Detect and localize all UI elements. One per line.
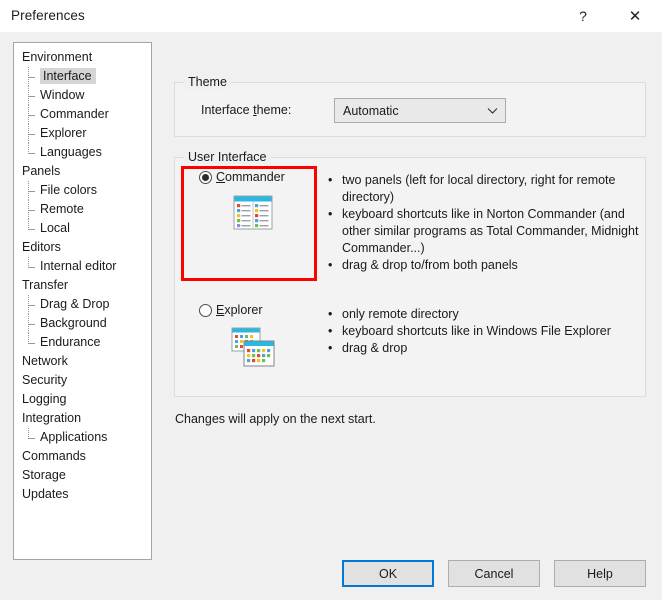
dialog-body: Environment Interface Window Commander Explo… (0, 33, 662, 600)
settings-tree[interactable]: Environment Interface Window Commander Explo… (13, 42, 152, 560)
tree-item-label: Languages (40, 145, 102, 159)
tree-item-label: Window (40, 88, 84, 102)
tree-item-transfer[interactable]: Transfer (14, 276, 151, 295)
radio-label-explorer-rest: xplorer (224, 303, 262, 317)
tree-item-commander[interactable]: Commander (14, 105, 151, 124)
tree-item-label: Updates (22, 487, 69, 501)
commander-feature-item: keyboard shortcuts like in Norton Comman… (325, 206, 643, 257)
cancel-button[interactable]: Cancel (448, 560, 540, 587)
tree-item-label: Local (40, 221, 70, 235)
radio-row-explorer[interactable]: Explorer (185, 303, 320, 317)
explorer-feature-item: keyboard shortcuts like in Windows File … (325, 323, 643, 340)
user-interface-group-title: User Interface (184, 150, 271, 164)
tree-item-integration[interactable]: Integration (14, 409, 151, 428)
restart-note: Changes will apply on the next start. (175, 412, 376, 426)
tree-item-label: Drag & Drop (40, 297, 109, 311)
radio-row-commander[interactable]: Commander (185, 170, 320, 184)
radio-label-commander-rest: ommander (225, 170, 285, 184)
tree-item-label: Remote (40, 202, 84, 216)
tree-item-local[interactable]: Local (14, 219, 151, 238)
tree-item-applications[interactable]: Applications (14, 428, 151, 447)
tree-item-storage[interactable]: Storage (14, 466, 151, 485)
radio-label-explorer: Explorer (216, 303, 263, 317)
interface-theme-label: Interface theme: (201, 103, 291, 117)
tree-item-label: Network (22, 354, 68, 368)
tree-item-environment[interactable]: Environment (14, 48, 151, 67)
question-mark-icon: ? (579, 9, 587, 23)
option-explorer[interactable]: Explorer (185, 303, 320, 383)
tree-item-internal-editor[interactable]: Internal editor (14, 257, 151, 276)
explorer-feature-item: drag & drop (325, 340, 643, 357)
tree-item-remote[interactable]: Remote (14, 200, 151, 219)
tree-item-window[interactable]: Window (14, 86, 151, 105)
commander-feature-item: two panels (left for local directory, ri… (325, 172, 643, 206)
help-footer-button[interactable]: Help (554, 560, 646, 587)
tree-item-network[interactable]: Network (14, 352, 151, 371)
tree-item-updates[interactable]: Updates (14, 485, 151, 504)
tree-item-label: Storage (22, 468, 66, 482)
interface-theme-label-prefix: Interface (201, 103, 253, 117)
title-bar: Preferences ? ✕ (0, 0, 662, 33)
explorer-feature-list: only remote directorykeyboard shortcuts … (325, 306, 643, 357)
radio-label-commander-mnemonic: C (216, 170, 225, 184)
tree-item-drag-drop[interactable]: Drag & Drop (14, 295, 151, 314)
interface-theme-label-suffix: heme: (257, 103, 292, 117)
tree-item-label: Applications (40, 430, 107, 444)
tree-item-label: Panels (22, 164, 60, 178)
interface-theme-dropdown[interactable]: Automatic (334, 98, 506, 123)
tree-item-security[interactable]: Security (14, 371, 151, 390)
theme-group: Theme Interface theme: Automatic (174, 82, 646, 137)
tree-item-label: Endurance (40, 335, 100, 349)
radio-explorer[interactable] (199, 304, 212, 317)
overlapping-windows-icon (185, 326, 320, 368)
tree-item-file-colors[interactable]: File colors (14, 181, 151, 200)
radio-label-commander: Commander (216, 170, 285, 184)
tree-item-commands[interactable]: Commands (14, 447, 151, 466)
tree-item-panels[interactable]: Panels (14, 162, 151, 181)
tree-item-label: Explorer (40, 126, 87, 140)
chevron-down-icon (479, 107, 505, 115)
tree-item-label: Internal editor (40, 259, 116, 273)
tree-item-label: Transfer (22, 278, 68, 292)
tree-item-label: Commands (22, 449, 86, 463)
two-panel-window-icon (185, 193, 320, 233)
tree-item-label: File colors (40, 183, 97, 197)
close-button[interactable]: ✕ (612, 0, 658, 32)
tree-item-label: Background (40, 316, 107, 330)
option-commander[interactable]: Commander (185, 170, 320, 283)
interface-theme-value: Automatic (335, 104, 479, 118)
radio-commander[interactable] (199, 171, 212, 184)
tree-item-interface[interactable]: Interface (14, 67, 151, 86)
tree-item-logging[interactable]: Logging (14, 390, 151, 409)
tree-item-languages[interactable]: Languages (14, 143, 151, 162)
tree-item-endurance[interactable]: Endurance (14, 333, 151, 352)
tree-item-background[interactable]: Background (14, 314, 151, 333)
tree-item-label: Environment (22, 50, 92, 64)
help-button[interactable]: ? (560, 0, 606, 32)
tree-item-editors[interactable]: Editors (14, 238, 151, 257)
window-title: Preferences (11, 8, 85, 23)
explorer-feature-item: only remote directory (325, 306, 643, 323)
tree-item-label: Editors (22, 240, 61, 254)
tree-item-label: Logging (22, 392, 67, 406)
tree-item-label: Interface (40, 68, 96, 84)
commander-feature-list: two panels (left for local directory, ri… (325, 172, 643, 274)
tree-item-label: Commander (40, 107, 109, 121)
user-interface-group: User Interface Commander (174, 157, 646, 397)
ok-button[interactable]: OK (342, 560, 434, 587)
commander-feature-item: drag & drop to/from both panels (325, 257, 643, 274)
tree-item-label: Integration (22, 411, 81, 425)
close-icon: ✕ (629, 9, 642, 24)
tree-item-label: Security (22, 373, 67, 387)
tree-item-explorer[interactable]: Explorer (14, 124, 151, 143)
theme-group-title: Theme (184, 75, 231, 89)
